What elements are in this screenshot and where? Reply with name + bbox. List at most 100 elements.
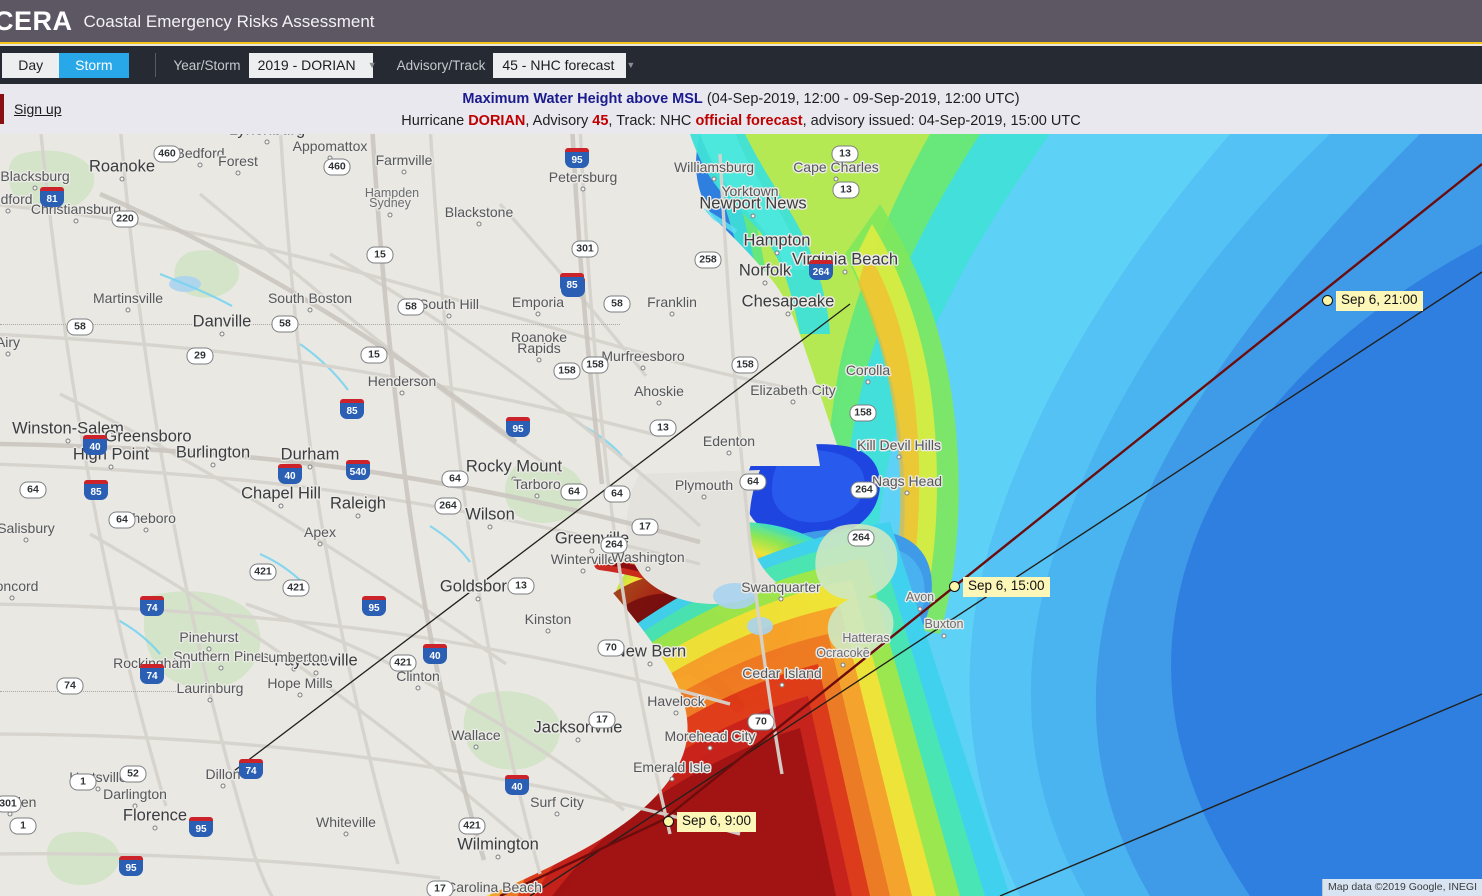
place-marker-dot bbox=[5, 208, 11, 214]
place-marker-dot bbox=[313, 670, 319, 676]
place-marker-dot bbox=[473, 744, 479, 750]
us-route-shield-icon: 58 bbox=[603, 295, 631, 313]
place-marker-dot bbox=[917, 606, 923, 612]
us-route-shield-icon: 52 bbox=[119, 765, 147, 783]
track-point-label: Sep 6, 9:00 bbox=[677, 812, 757, 832]
us-route-shield-icon: 460 bbox=[153, 145, 181, 163]
us-route-shield-icon: 1 bbox=[69, 773, 97, 791]
place-marker-dot bbox=[487, 524, 493, 530]
place-marker-dot bbox=[762, 280, 768, 286]
place-marker-dot bbox=[207, 697, 213, 703]
advisory-number: 45 bbox=[592, 112, 609, 129]
us-route-shield-icon: 460 bbox=[323, 158, 351, 176]
track-point-icon[interactable] bbox=[949, 581, 960, 593]
track-point-icon[interactable] bbox=[663, 816, 674, 828]
interstate-shield-icon: 85 bbox=[560, 273, 584, 293]
view-mode-storm-button[interactable]: Storm bbox=[59, 52, 129, 78]
place-marker-dot bbox=[219, 331, 225, 337]
place-marker-dot bbox=[647, 661, 653, 667]
place-marker-dot bbox=[750, 213, 756, 219]
year-storm-dropdown[interactable]: 2019 - DORIAN ▼ bbox=[248, 52, 377, 78]
us-route-shield-icon: 70 bbox=[597, 639, 625, 657]
us-route-shield-icon: 421 bbox=[458, 817, 486, 835]
us-route-shield-icon: 13 bbox=[649, 419, 677, 437]
us-route-shield-icon: 64 bbox=[739, 473, 767, 491]
us-route-shield-icon: 13 bbox=[832, 181, 860, 199]
us-route-shield-icon: 64 bbox=[441, 470, 469, 488]
place-marker-dot bbox=[536, 357, 542, 363]
us-route-shield-icon: 1 bbox=[9, 817, 37, 835]
toolbar-divider bbox=[154, 53, 156, 77]
year-storm-label: Year/Storm bbox=[173, 57, 241, 73]
brand-logo: CERA bbox=[0, 5, 73, 36]
us-route-shield-icon: 421 bbox=[389, 654, 417, 672]
interstate-shield-icon: 95 bbox=[362, 596, 386, 616]
track-prefix: , Track: NHC bbox=[608, 112, 696, 129]
place-marker-dot bbox=[401, 169, 407, 175]
storm-detail-line: Hurricane DORIAN, Advisory 45, Track: NH… bbox=[0, 111, 1482, 133]
us-route-shield-icon: 301 bbox=[0, 795, 22, 813]
place-marker-dot bbox=[476, 221, 482, 227]
place-marker-dot bbox=[446, 313, 452, 319]
product-title: Maximum Water Height above MSL bbox=[462, 91, 703, 107]
interstate-shield-icon: 95 bbox=[189, 817, 213, 837]
us-route-shield-icon: 17 bbox=[588, 711, 616, 729]
place-marker-dot bbox=[108, 464, 114, 470]
storm-track-marker[interactable]: Sep 6, 9:00 bbox=[663, 812, 757, 832]
advisory-track-dropdown[interactable]: 45 - NHC forecast ▼ bbox=[493, 52, 635, 78]
place-marker-dot bbox=[389, 202, 395, 208]
info-lines: Maximum Water Height above MSL (04-Sep-2… bbox=[0, 89, 1482, 133]
place-marker-dot bbox=[297, 692, 303, 698]
interstate-shield-icon: 85 bbox=[340, 399, 364, 419]
us-route-shield-icon: 64 bbox=[19, 481, 47, 499]
place-marker-dot bbox=[291, 666, 297, 672]
place-marker-dot bbox=[475, 596, 481, 602]
map-viewport[interactable]: LynchburgBedfordForestAppomattoxFarmvill… bbox=[0, 134, 1482, 896]
state-boundary-line bbox=[0, 691, 230, 692]
place-marker-dot bbox=[65, 438, 71, 444]
interstate-shield-icon: 95 bbox=[565, 148, 589, 168]
storm-prefix: Hurricane bbox=[401, 112, 469, 129]
track-point-label: Sep 6, 15:00 bbox=[963, 577, 1050, 597]
info-bar: Sign up Maximum Water Height above MSL (… bbox=[0, 84, 1482, 134]
view-mode-segmented-control: Day Storm bbox=[2, 52, 129, 78]
chevron-down-icon: ▼ bbox=[626, 59, 636, 70]
place-marker-dot bbox=[863, 647, 869, 653]
place-marker-dot bbox=[840, 662, 846, 668]
place-marker-dot bbox=[778, 596, 784, 602]
track-point-label: Sep 6, 21:00 bbox=[1336, 291, 1423, 311]
interstate-shield-icon: 40 bbox=[505, 775, 529, 795]
storm-track-marker[interactable]: Sep 6, 15:00 bbox=[949, 577, 1050, 597]
place-marker-dot bbox=[73, 218, 79, 224]
place-marker-dot bbox=[343, 831, 349, 837]
chevron-down-icon: ▼ bbox=[367, 59, 377, 70]
place-marker-dot bbox=[399, 390, 405, 396]
place-marker-dot bbox=[580, 568, 586, 574]
track-point-icon[interactable] bbox=[1322, 295, 1333, 307]
us-route-shield-icon: 58 bbox=[66, 318, 94, 336]
place-marker-dot bbox=[774, 250, 780, 256]
place-marker-dot bbox=[143, 527, 149, 533]
place-marker-dot bbox=[941, 633, 947, 639]
advisory-issued: , advisory issued: 04-Sep-2019, 15:00 UT… bbox=[802, 112, 1081, 129]
place-marker-dot bbox=[645, 566, 651, 572]
interstate-shield-icon: 40 bbox=[423, 644, 447, 664]
place-marker-dot bbox=[355, 513, 361, 519]
track-type: official forecast bbox=[695, 112, 803, 129]
place-marker-dot bbox=[673, 710, 679, 716]
storm-name: DORIAN bbox=[468, 112, 526, 129]
view-mode-day-button[interactable]: Day bbox=[2, 52, 60, 78]
interstate-shield-icon: 85 bbox=[84, 480, 108, 500]
place-marker-dot bbox=[32, 185, 38, 191]
interstate-shield-icon: 74 bbox=[140, 664, 164, 684]
us-route-shield-icon: 158 bbox=[553, 362, 581, 380]
us-route-shield-icon: 264 bbox=[850, 481, 878, 499]
place-marker-dot bbox=[218, 665, 224, 671]
storm-track-marker[interactable]: Sep 6, 21:00 bbox=[1322, 291, 1423, 311]
us-route-shield-icon: 58 bbox=[271, 315, 299, 333]
interstate-shield-icon: 95 bbox=[119, 856, 143, 876]
place-marker-dot bbox=[842, 269, 848, 275]
place-marker-dot bbox=[904, 490, 910, 496]
brand-subtitle: Coastal Emergency Risks Assessment bbox=[83, 11, 375, 31]
place-marker-dot bbox=[640, 365, 646, 371]
